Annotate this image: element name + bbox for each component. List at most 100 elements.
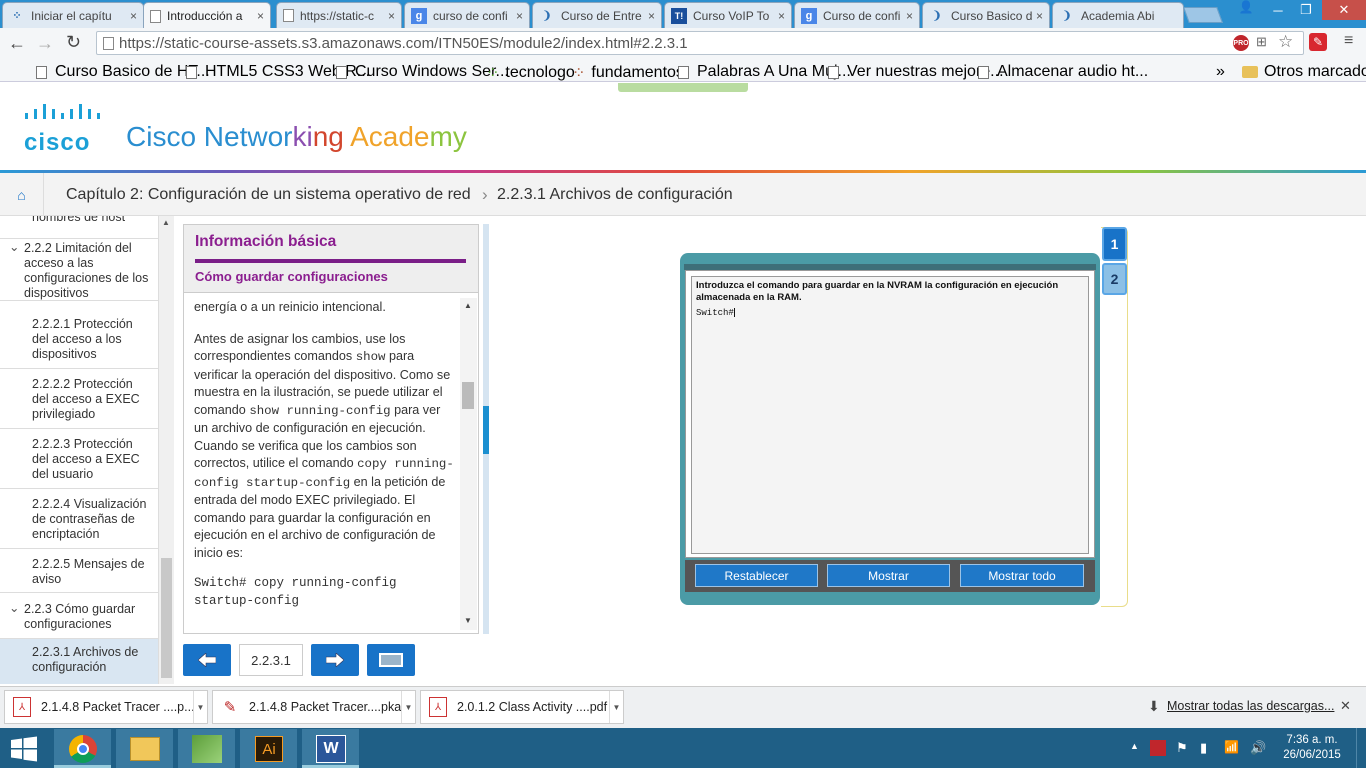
close-download-bar-button[interactable]: ✕ [1340,698,1351,714]
home-icon[interactable]: ⌂ [0,173,44,216]
terminal-window[interactable]: Introduzca el comando para guardar en la… [691,276,1089,554]
download-item[interactable]: ⅄ 2.1.4.8 Packet Tracer ....p... ▼ [4,690,208,724]
taskbar-app-illustrator[interactable]: Ai [240,729,297,768]
clock[interactable]: 7:36 a. m. 26/06/2015 [1276,733,1348,763]
bookmark-item[interactable]: ⁘ fundamentos [572,63,684,83]
translate-icon[interactable]: ⊞ [1256,34,1267,50]
bookmark-item[interactable]: Almacenar audio ht... [978,63,1148,81]
browser-tab[interactable]: T! Curso VoIP To × [664,2,792,28]
scroll-down-arrow[interactable]: ▼ [464,616,472,625]
pro-extension-icon[interactable]: PRO [1233,35,1249,51]
new-tab-button[interactable] [1183,7,1223,23]
download-item[interactable]: ✎ 2.1.4.8 Packet Tracer....pka ▼ [212,690,416,724]
scroll-up-arrow[interactable]: ▲ [162,218,170,227]
chevron-down-icon: ⌄ [9,240,20,254]
extension-icon[interactable]: ✎ [1309,33,1327,51]
reload-button[interactable]: ↻ [66,32,81,53]
breadcrumb-chapter[interactable]: Capítulo 2: Configuración de un sistema … [66,186,471,204]
cisco-logo[interactable]: cisco [24,104,106,156]
show-button[interactable]: Mostrar [827,564,950,587]
scroll-up-arrow[interactable]: ▲ [464,301,472,310]
tray-expand-icon[interactable]: ▲ [1130,741,1139,751]
taskbar-app-explorer[interactable] [116,729,173,768]
tray-power-icon[interactable]: ▮ [1200,740,1207,756]
close-tab-icon[interactable]: × [388,9,395,23]
outline-item[interactable]: nombres de host [0,216,158,239]
outline-item[interactable]: 2.2.2.4 Visualización de contraseñas de … [0,495,158,549]
outline-item[interactable]: 2.2.2.1 Protección del acceso a los disp… [0,315,158,369]
cursor [733,308,735,318]
taskbar-app-word[interactable]: W [302,729,359,768]
show-all-button[interactable]: Mostrar todo [960,564,1084,587]
close-tab-icon[interactable]: × [778,9,785,23]
bookmark-item[interactable]: Palabras A Una Muj... [678,63,851,81]
browser-tab[interactable]: g curso de confi × [404,2,530,28]
taskbar-app-chrome[interactable] [54,729,111,768]
inline-code: show running-config [249,403,391,418]
outline-item[interactable]: ⌄ 2.2.2 Limitación del acceso a las confi… [0,239,158,301]
outline-item[interactable]: 2.2.2.5 Mensajes de aviso [0,555,158,593]
outline-item[interactable]: 2.2.2.3 Protección del acceso a EXEC del… [0,435,158,489]
close-tab-icon[interactable]: × [257,9,264,23]
cisco-bars-icon [25,104,100,119]
tray-flag-icon[interactable]: ⚑ [1176,740,1188,756]
tab-label: Curso Basico d [951,8,1032,23]
bookmark-item[interactable]: Curso Windows Ser... [336,63,509,81]
tab-label: Curso de Entre [561,8,642,23]
close-tab-icon[interactable]: × [1036,9,1043,23]
browser-tab[interactable]: ❩ Curso de Entre × [532,2,662,28]
outline-item[interactable]: 2.2.2.2 Protección del acceso a EXEC pri… [0,375,158,429]
browser-tab[interactable]: ❩ Academia Abi [1052,2,1184,28]
tray-app-icon[interactable] [1150,740,1166,756]
panel-resize-handle[interactable] [483,406,489,454]
scrollbar-thumb[interactable] [462,382,474,409]
browser-tab[interactable]: https://static-c × [276,2,402,28]
activity-tab-1[interactable]: 1 [1102,227,1127,261]
restore-button[interactable]: ❐ [1290,0,1322,20]
address-bar[interactable]: https://static-course-assets.s3.amazonaw… [96,31,1304,55]
sidebar-scrollbar[interactable]: ▲ [158,216,174,684]
browser-tab[interactable]: g Curso de confi × [794,2,920,28]
scrollbar-thumb[interactable] [161,558,172,678]
browser-tab[interactable]: Introducción a × [143,2,271,29]
menu-icon[interactable]: ≡ [1344,32,1353,50]
back-button[interactable]: ← [8,33,26,54]
tray-volume-icon[interactable]: 🔊 [1250,740,1266,756]
pdf-icon: ⅄ [13,697,31,717]
user-icon[interactable]: 👤 [1236,0,1256,16]
prev-page-button[interactable] [183,644,231,676]
dots-icon: ⁘ [486,65,500,82]
chevron-down-icon[interactable]: ▼ [401,691,415,723]
fullscreen-button[interactable] [367,644,415,676]
page-icon [36,65,47,79]
browser-tab[interactable]: ❩ Curso Basico d × [922,2,1050,28]
outline-item[interactable]: ⌄ 2.2.3 Cómo guardar configuraciones [0,600,158,639]
page-icon [978,65,989,79]
panel-scrollbar[interactable]: ▲ ▼ [460,298,477,630]
close-window-button[interactable]: ✕ [1322,0,1366,20]
activity-tab-2[interactable]: 2 [1102,263,1127,295]
close-tab-icon[interactable]: × [130,9,137,23]
other-bookmarks[interactable]: Otros marcadores [1242,63,1366,81]
reset-button[interactable]: Restablecer [695,564,818,587]
chevron-down-icon[interactable]: ▼ [609,691,623,723]
windows-start-icon[interactable] [10,736,38,762]
next-page-button[interactable] [311,644,359,676]
terminal-prompt[interactable]: Switch# [696,308,1084,318]
show-desktop-button[interactable] [1356,728,1366,768]
forward-button[interactable]: → [36,33,54,54]
close-tab-icon[interactable]: × [648,9,655,23]
close-tab-icon[interactable]: × [906,9,913,23]
taskbar-app-pinned[interactable] [178,729,235,768]
tray-network-icon[interactable]: 📶 [1224,740,1239,754]
chevron-down-icon[interactable]: ▼ [193,691,207,723]
bookmark-item[interactable]: Curso Basico de HT... [36,63,210,81]
download-item[interactable]: ⅄ 2.0.1.2 Class Activity ....pdf ▼ [420,690,624,724]
browser-tab[interactable]: ⁘ Iniciar el capítu × [2,2,144,28]
show-all-downloads-link[interactable]: Mostrar todas las descargas... [1167,699,1334,713]
outline-item-active[interactable]: 2.2.3.1 Archivos de configuración [0,639,158,684]
star-icon[interactable]: ☆ [1278,32,1293,52]
close-tab-icon[interactable]: × [516,9,523,23]
bookmarks-more[interactable]: » [1216,63,1225,81]
bookmark-item[interactable]: ⁘ tecnologo [486,63,575,83]
